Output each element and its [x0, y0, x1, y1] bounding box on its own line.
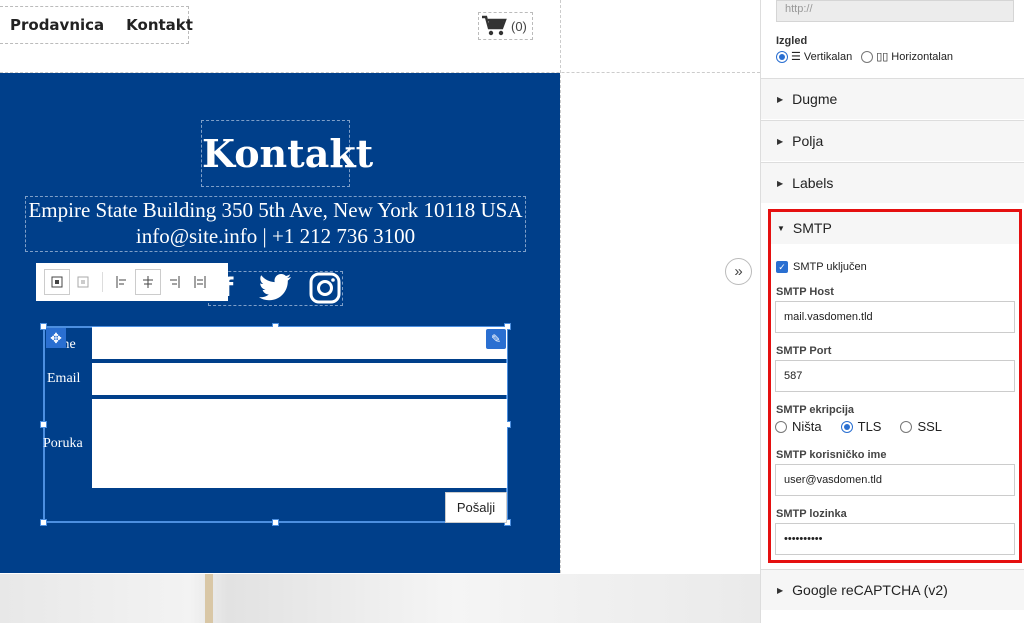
contact-address: Empire State Building 350 5th Ave, New Y… — [28, 198, 523, 222]
section-recaptcha[interactable]: ▶ Google reCAPTCHA (v2) — [761, 569, 1024, 610]
radio-vertical[interactable] — [776, 50, 788, 63]
smtp-enabled-row[interactable]: ✓ SMTP uključen — [776, 261, 867, 273]
send-button[interactable]: Pošalji — [445, 492, 507, 523]
smtp-user-label: SMTP korisničko ime — [776, 449, 887, 461]
option-vertical-label[interactable]: Vertikalan — [804, 51, 852, 63]
section-polja[interactable]: ▶ Polja — [761, 120, 1024, 161]
smtp-password-label: SMTP lozinka — [776, 508, 847, 520]
smtp-enabled-checkbox[interactable]: ✓ — [776, 261, 788, 273]
box-style-icon[interactable] — [44, 269, 70, 295]
layout-guide — [560, 0, 561, 573]
edit-icon[interactable]: ✎ — [486, 329, 506, 349]
align-right-icon[interactable] — [161, 269, 187, 295]
rows-icon: ☰ — [791, 51, 801, 63]
option-horizontal-label[interactable]: Horizontalan — [891, 51, 953, 63]
cart-count: (0) — [511, 18, 527, 34]
twitter-icon[interactable] — [258, 273, 292, 303]
encryption-none-label[interactable]: Ništa — [792, 419, 822, 434]
layout-label: Izgled — [776, 35, 808, 47]
contact-email-phone: info@site.info | +1 212 736 3100 — [135, 224, 416, 248]
section-dugme[interactable]: ▶ Dugme — [761, 78, 1024, 119]
smtp-port-label: SMTP Port — [776, 345, 832, 357]
move-icon[interactable]: ✥ — [46, 328, 66, 348]
email-field[interactable] — [92, 363, 507, 395]
form-label-message: Poruka — [43, 436, 83, 451]
encryption-ssl-label[interactable]: SSL — [917, 419, 942, 434]
smtp-enabled-label: SMTP uključen — [793, 261, 867, 273]
radio-encryption-tls[interactable] — [840, 420, 853, 433]
nav-item-kontakt[interactable]: Kontakt — [126, 16, 193, 34]
element-toolbar — [36, 263, 228, 301]
cart-widget[interactable]: (0) — [478, 12, 533, 40]
image-detail — [205, 574, 213, 623]
message-field[interactable] — [92, 399, 507, 488]
caret-right-icon: ▶ — [777, 178, 784, 188]
caret-right-icon: ▶ — [777, 94, 784, 104]
smtp-password-input[interactable]: •••••••••• — [775, 523, 1015, 555]
resize-handle[interactable] — [40, 519, 47, 526]
smtp-host-label: SMTP Host — [776, 286, 834, 298]
caret-right-icon: ▶ — [777, 585, 784, 595]
align-left-icon[interactable] — [109, 269, 135, 295]
smtp-user-input[interactable]: user@vasdomen.tld — [775, 464, 1015, 496]
section-label: Labels — [792, 175, 834, 191]
smtp-encryption-options: Ništa TLS SSL — [775, 419, 942, 434]
resize-handle[interactable] — [40, 421, 47, 428]
section-label: Dugme — [792, 91, 838, 107]
collapse-panel-button[interactable]: » — [725, 258, 752, 285]
section-smtp[interactable]: ▼ SMTP — [771, 212, 1019, 244]
url-input[interactable]: http:// — [776, 0, 1014, 22]
encryption-tls-label[interactable]: TLS — [858, 419, 882, 434]
nav-item-prodavnica[interactable]: Prodavnica — [10, 16, 104, 34]
radio-horizontal[interactable] — [861, 50, 874, 63]
contact-title[interactable]: Kontakt — [201, 120, 373, 187]
smtp-port-input[interactable]: 587 — [775, 360, 1015, 392]
radio-encryption-none[interactable] — [775, 420, 787, 433]
site-nav: Prodavnica Kontakt — [0, 6, 193, 44]
section-label: SMTP — [792, 220, 832, 236]
name-field[interactable] — [92, 327, 507, 359]
background-image — [0, 574, 760, 623]
layout-options: ☰ Vertikalan ▯▯ Horizontalan — [776, 50, 953, 63]
section-label: Polja — [792, 133, 824, 149]
radio-encryption-ssl[interactable] — [900, 420, 913, 433]
resize-handle[interactable] — [272, 519, 279, 526]
contact-info[interactable]: Empire State Building 350 5th Ave, New Y… — [25, 196, 526, 252]
smtp-host-input[interactable]: mail.vasdomen.tld — [775, 301, 1015, 333]
caret-down-icon: ▼ — [777, 223, 785, 233]
align-center-icon[interactable] — [135, 269, 161, 295]
section-label: Google reCAPTCHA (v2) — [792, 582, 948, 598]
instagram-icon[interactable] — [309, 272, 341, 304]
columns-icon: ▯▯ — [876, 51, 889, 63]
cart-icon — [482, 15, 507, 36]
align-stretch-icon[interactable] — [187, 269, 213, 295]
form-label-email: Email — [47, 371, 81, 386]
caret-right-icon: ▶ — [777, 136, 784, 146]
toolbar-divider — [102, 272, 103, 292]
section-labels[interactable]: ▶ Labels — [761, 162, 1024, 203]
box-outline-icon[interactable] — [70, 269, 96, 295]
smtp-encryption-label: SMTP ekripcija — [776, 404, 855, 416]
